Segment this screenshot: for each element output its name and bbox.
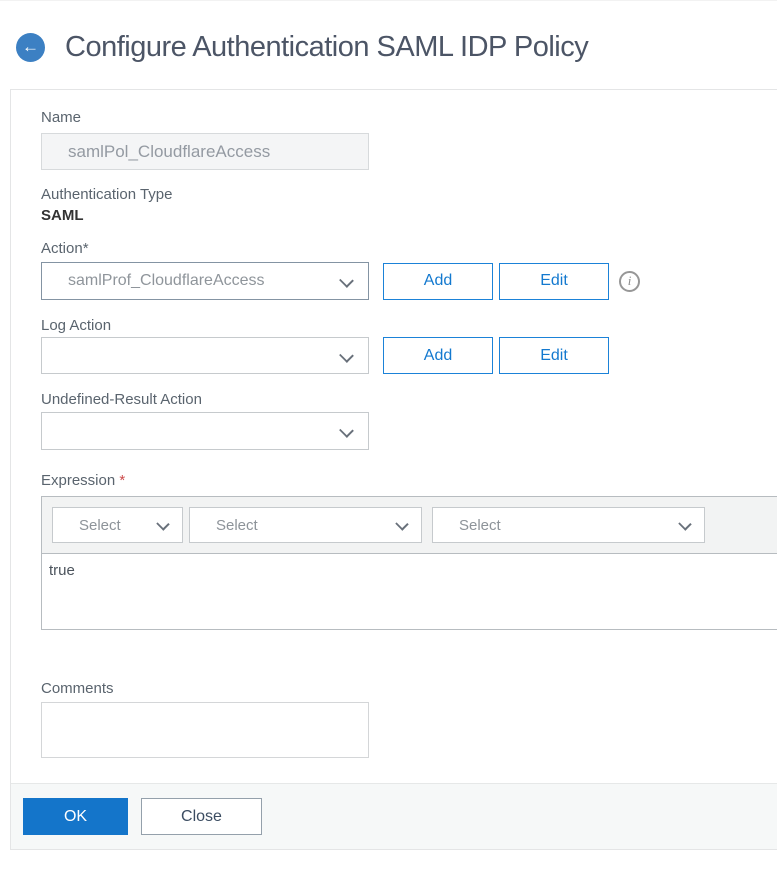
- log-action-row: Add Edit: [41, 337, 777, 374]
- chevron-down-icon: [339, 348, 354, 363]
- action-edit-button[interactable]: Edit: [499, 262, 609, 300]
- action-row: samlProf_CloudflareAccess Add Edit i: [41, 262, 777, 300]
- close-button[interactable]: Close: [141, 798, 262, 835]
- form-area: Name samlPol_CloudflareAccess Authentica…: [11, 90, 777, 783]
- action-select[interactable]: samlProf_CloudflareAccess: [41, 262, 369, 300]
- undefined-result-action-label: Undefined-Result Action: [41, 391, 202, 408]
- chevron-down-icon: [395, 517, 409, 531]
- authentication-type-label: Authentication Type: [41, 186, 173, 203]
- log-action-add-button[interactable]: Add: [383, 337, 493, 374]
- chevron-down-icon: [339, 423, 354, 438]
- undefined-result-action-select[interactable]: [41, 412, 369, 450]
- action-add-button[interactable]: Add: [383, 262, 493, 300]
- authentication-type-value: SAML: [41, 207, 84, 224]
- chevron-down-icon: [678, 517, 692, 531]
- chevron-down-icon: [156, 517, 170, 531]
- log-action-label: Log Action: [41, 317, 112, 334]
- panel-footer: OK Close: [11, 783, 777, 849]
- log-action-select[interactable]: [41, 337, 369, 374]
- expression-builder: Select Select Select true: [41, 496, 777, 630]
- comments-field[interactable]: [41, 702, 369, 758]
- expression-toolbar: Select Select Select: [42, 497, 777, 554]
- action-label: Action*: [41, 240, 89, 257]
- name-label: Name: [41, 109, 82, 126]
- ok-button[interactable]: OK: [23, 798, 128, 835]
- arrow-left-icon: ←: [22, 37, 39, 56]
- action-select-value: samlProf_CloudflareAccess: [68, 272, 265, 289]
- form-panel: Name samlPol_CloudflareAccess Authentica…: [10, 89, 777, 850]
- page-title: Configure Authentication SAML IDP Policy: [65, 31, 589, 63]
- expression-select-1[interactable]: Select: [52, 507, 183, 543]
- info-icon[interactable]: i: [619, 270, 640, 292]
- name-field: samlPol_CloudflareAccess: [41, 133, 369, 170]
- expression-label: Expression *: [41, 472, 126, 489]
- expression-select-2[interactable]: Select: [189, 507, 422, 543]
- expression-select-3[interactable]: Select: [432, 507, 705, 543]
- chevron-down-icon: [339, 273, 354, 288]
- log-action-edit-button[interactable]: Edit: [499, 337, 609, 374]
- back-button[interactable]: ←: [16, 33, 45, 62]
- expression-editor[interactable]: true: [42, 554, 777, 629]
- page-header: ← Configure Authentication SAML IDP Poli…: [0, 0, 777, 64]
- required-asterisk: *: [119, 472, 126, 489]
- comments-label: Comments: [41, 680, 114, 697]
